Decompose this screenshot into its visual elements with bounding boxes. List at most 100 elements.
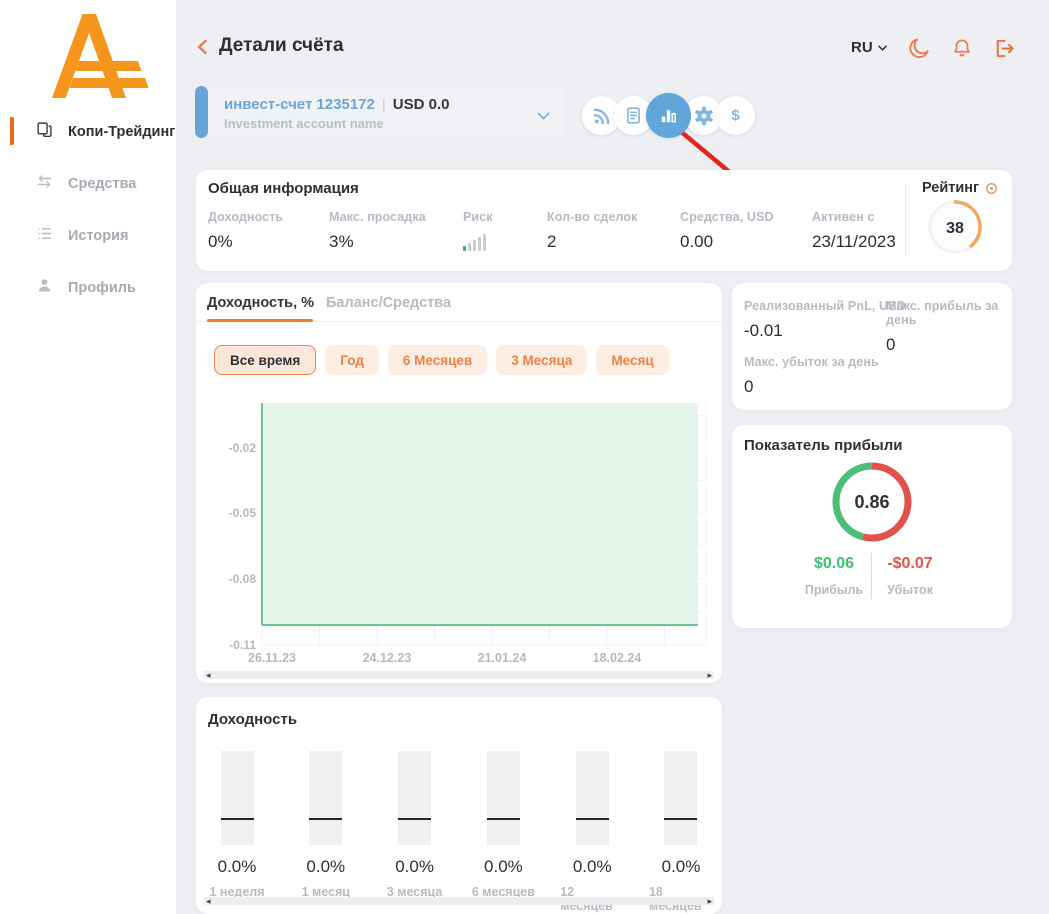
rating-value: 38 [946,220,964,237]
max-daily-profit: Макс. прибыль за день 0 [886,299,1012,355]
general-info-card: Общая информация Доходность 0% Макс. про… [196,170,1012,271]
bar-chart-icon [658,105,679,126]
rating-gauge: 38 [926,198,984,256]
bar [309,751,342,845]
filter-year[interactable]: Год [325,345,379,375]
x-tick: 21.01.24 [478,651,527,665]
sidebar-item-profile[interactable]: Профиль [10,273,176,303]
realized-pnl: Реализованный PnL, USD -0.01 [744,299,906,341]
active-tab-indicator [207,319,313,322]
chevron-down-icon [537,107,550,125]
divider [871,553,872,599]
sidebar-item-label: Копи-Трейдинг [68,124,175,140]
pnl-card: Реализованный PnL, USD -0.01 Макс. прибы… [732,283,1012,410]
y-tick: -0.02 [229,441,257,455]
sidebar-item-label: Профиль [68,280,136,296]
language-selector[interactable]: RU [851,39,887,56]
scroll-left-icon[interactable]: ◂ [206,894,211,908]
sidebar-item-label: История [68,228,129,244]
language-label: RU [851,39,873,56]
transfer-icon [36,173,53,195]
x-tick: 26.11.23 [248,651,296,665]
card-title: Показатель прибыли [744,437,902,454]
returns-bar-chart: 0.0% 1 неделя 0.0% 1 месяц 0.0% 3 месяца… [196,751,722,913]
return-bar-6m: 0.0% 6 месяцев [471,751,535,913]
fees-dollar-button[interactable]: $ [716,96,755,135]
sidebar-item-history[interactable]: История [10,221,176,251]
account-color-tag [195,86,208,138]
stat-risk: Риск [463,210,493,251]
tab-profitability[interactable]: Доходность, % [207,295,314,311]
statistics-chart-button[interactable] [646,93,691,138]
max-daily-loss: Макс. убыток за день 0 [744,355,879,397]
profit-column: $0.06 Прибыль [796,555,872,597]
tab-balance-funds[interactable]: Баланс/Средства [326,295,451,311]
scroll-right-icon[interactable]: ▸ [707,894,712,908]
bar [487,751,520,845]
profit-label: Прибыль [796,583,872,597]
time-range-filters: Все время Год 6 Месяцев 3 Месяца Месяц [214,345,669,375]
area-fill [262,403,698,625]
returns-horizontal-scrollbar[interactable]: ◂ ▸ [204,897,714,905]
risk-level-icon [463,234,493,251]
info-icon[interactable] [985,182,998,195]
card-title: Доходность [208,711,297,728]
gear-icon [694,106,714,126]
notifications-bell-icon[interactable] [951,37,973,65]
returns-by-period-card: Доходность 0.0% 1 неделя 0.0% 1 месяц 0.… [196,697,722,914]
page-title: Детали счёта [219,35,344,57]
stat-active-since: Активен с 23/11/2023 [812,210,896,252]
stat-max-drawdown: Макс. просадка 3% [329,210,426,252]
return-bar-3m: 0.0% 3 месяца [383,751,447,913]
bar [398,751,431,845]
bar [576,751,609,845]
chevron-down-icon [878,45,887,51]
return-bar-12m: 0.0% 12 месяцев [560,751,624,913]
y-tick: -0.05 [229,506,257,520]
x-tick: 18.02.24 [593,651,642,665]
document-icon [624,106,643,125]
card-title: Общая информация [208,180,359,197]
loss-column: -$0.07 Убыток [872,555,948,597]
filter-6-months[interactable]: 6 Месяцев [388,345,487,375]
account-name: инвест-счет 1235172 [224,96,375,113]
loss-value: -$0.07 [872,555,948,573]
list-icon [36,225,53,247]
return-bar-1w: 0.0% 1 неделя [205,751,269,913]
filter-all-time[interactable]: Все время [214,345,316,375]
rating-label: Рейтинг [922,180,979,196]
account-action-buttons: $ [582,93,755,138]
profit-ratio-value: 0.86 [854,492,889,512]
rss-icon [592,106,612,126]
scroll-left-icon[interactable]: ◂ [206,668,211,682]
logout-icon[interactable] [992,37,1016,65]
filter-3-months[interactable]: 3 Месяца [496,345,587,375]
sidebar-item-label: Средства [68,176,136,192]
y-tick: -0.11 [229,638,256,652]
sidebar-item-funds[interactable]: Средства [10,169,176,199]
stat-trade-count: Кол-во сделок 2 [547,210,638,252]
filter-month[interactable]: Месяц [596,345,668,375]
account-selector[interactable]: инвест-счет 1235172 | USD 0.0 Investment… [196,88,566,136]
stat-funds: Средства, USD 0.00 [680,210,774,252]
theme-toggle-moon-icon[interactable] [908,37,931,65]
sidebar: Копи-Трейдинг Средства История [0,0,176,914]
app-window: Копи-Трейдинг Средства История [0,0,1049,914]
brand-logo-icon [52,14,152,103]
return-bar-1m: 0.0% 1 месяц [294,751,358,913]
profit-value: $0.06 [796,555,872,573]
profit-indicator-card: Показатель прибыли 0.86 $0.06 Прибыль -$… [732,425,1012,628]
bar [664,751,697,845]
chart-horizontal-scrollbar[interactable]: ◂ ▸ [204,671,714,679]
scroll-right-icon[interactable]: ▸ [707,668,712,682]
profit-loss-donut: 0.86 [829,459,915,545]
profile-icon [36,277,53,299]
bar [221,751,254,845]
account-balance: USD 0.0 [393,96,450,113]
y-tick: -0.08 [229,572,257,586]
copy-icon [36,121,53,143]
dollar-icon: $ [731,107,739,124]
back-button[interactable] [196,39,208,60]
sidebar-item-copy-trading[interactable]: Копи-Трейдинг [10,117,176,147]
account-separator: | [382,96,386,113]
